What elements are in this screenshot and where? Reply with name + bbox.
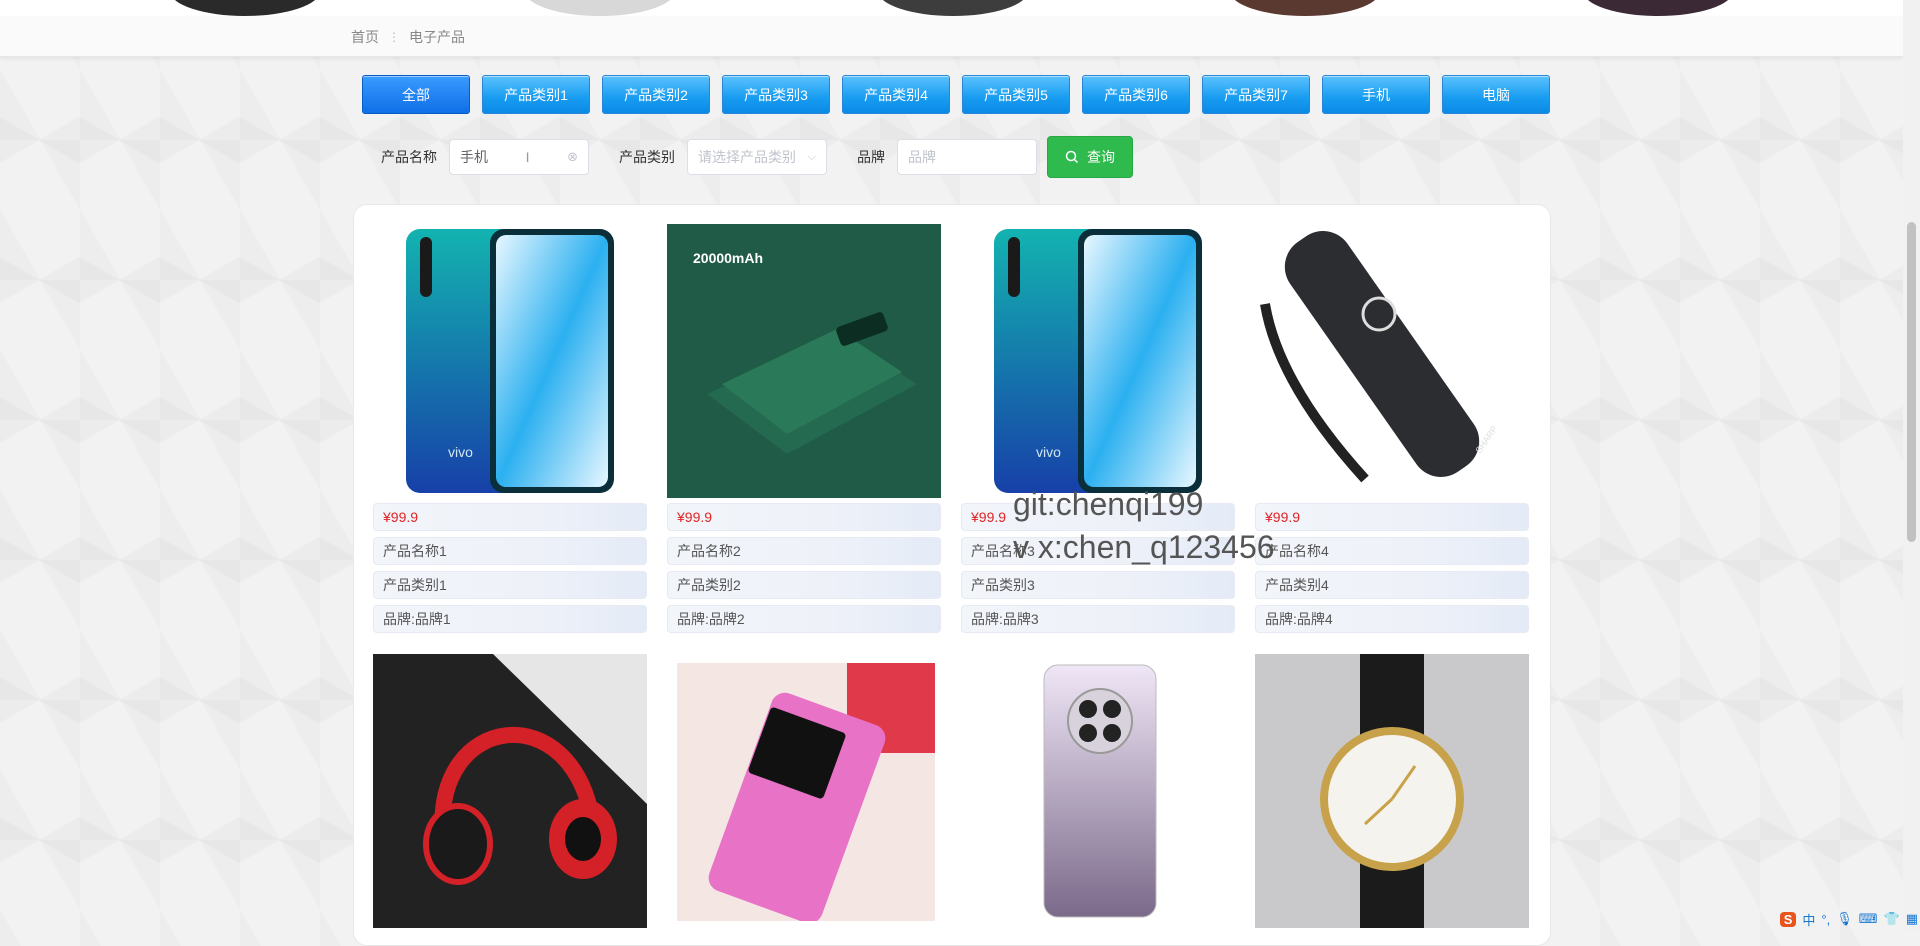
product-image-5[interactable] — [373, 654, 647, 928]
product-name-2: 产品名称2 — [667, 537, 941, 565]
product-category-1: 产品类别1 — [373, 571, 647, 599]
ime-toolbar[interactable]: S 中 °, 🎙 ⌨ 👕 ▦ — [1779, 906, 1918, 932]
product-category-4: 产品类别4 — [1255, 571, 1529, 599]
product-category-2: 产品类别2 — [667, 571, 941, 599]
product-panel: vivo ¥99.9 产品名称1 产品类别1 品牌:品牌1 20000mAh ¥… — [353, 204, 1551, 946]
text-cursor-icon: I — [525, 149, 530, 165]
product-image-2-text: 20000mAh — [693, 250, 763, 266]
product-category-label: 产品类别 — [619, 149, 675, 165]
watermark-line-2: v x:chen_q123456 — [1013, 529, 1275, 565]
product-image-6[interactable] — [677, 663, 935, 921]
breadcrumb-bar: 首页 ⋮ 电子产品 — [0, 16, 1903, 57]
query-button-label: 查询 — [1087, 149, 1115, 165]
product-image-2[interactable]: 20000mAh — [667, 224, 941, 498]
product-category-placeholder: 请选择产品类别 — [698, 149, 796, 165]
brand-input[interactable]: 品牌 — [897, 139, 1037, 175]
product-price-2: ¥99.9 — [667, 503, 941, 531]
product-image-1[interactable]: vivo — [402, 225, 618, 497]
scrollbar-thumb[interactable] — [1907, 222, 1916, 542]
product-image-1-text: vivo — [448, 444, 473, 460]
category-button-2[interactable]: 产品类别2 — [602, 75, 710, 114]
sogou-logo-icon: S — [1779, 911, 1797, 927]
breadcrumb-separator-icon: ⋮ — [388, 30, 400, 44]
product-brand-3: 品牌:品牌3 — [961, 605, 1235, 633]
product-brand-4: 品牌:品牌4 — [1255, 605, 1529, 633]
product-name-label: 产品名称 — [381, 149, 437, 165]
category-button-7[interactable]: 产品类别7 — [1202, 75, 1310, 114]
product-price-4: ¥99.9 — [1255, 503, 1529, 531]
top-image-4 — [1230, 0, 1380, 16]
grid-icon[interactable]: ▦ — [1906, 911, 1918, 927]
breadcrumb-home[interactable]: 首页 — [351, 27, 379, 47]
product-name-value: 手机 — [460, 149, 488, 165]
top-image-strip — [0, 0, 1903, 16]
category-buttons: 全部 产品类别1 产品类别2 产品类别3 产品类别4 产品类别5 产品类别6 产… — [362, 75, 1562, 114]
top-image-2 — [525, 0, 675, 16]
category-button-phone[interactable]: 手机 — [1322, 75, 1430, 114]
punctuation-icon[interactable]: °, — [1821, 912, 1830, 927]
category-button-3[interactable]: 产品类别3 — [722, 75, 830, 114]
product-brand-1: 品牌:品牌1 — [373, 605, 647, 633]
product-brand-2: 品牌:品牌2 — [667, 605, 941, 633]
category-button-computer[interactable]: 电脑 — [1442, 75, 1550, 114]
clear-icon[interactable]: ⊗ — [567, 149, 578, 165]
skin-icon[interactable]: 👕 — [1884, 911, 1900, 927]
brand-label: 品牌 — [857, 149, 885, 165]
breadcrumb: 首页 ⋮ 电子产品 — [351, 27, 465, 47]
breadcrumb-current: 电子产品 — [409, 29, 465, 45]
microphone-icon[interactable]: 🎙 — [1836, 911, 1853, 927]
product-image-4[interactable]: SHARP — [1255, 224, 1529, 498]
keyboard-icon[interactable]: ⌨ — [1859, 911, 1878, 927]
product-image-3-text: vivo — [1036, 444, 1061, 460]
product-category-select[interactable]: 请选择产品类别 ⌵ — [687, 139, 827, 175]
watermark-line-1: git:chenqi199 — [1013, 486, 1204, 522]
product-name-1: 产品名称1 — [373, 537, 647, 565]
product-image-3[interactable]: vivo — [990, 225, 1206, 497]
product-name-4: 产品名称4 — [1255, 537, 1529, 565]
product-image-7[interactable] — [1042, 663, 1158, 919]
query-button[interactable]: 查询 — [1047, 136, 1133, 178]
product-category-3: 产品类别3 — [961, 571, 1235, 599]
top-image-5 — [1583, 0, 1733, 16]
product-image-8[interactable] — [1255, 654, 1529, 928]
ime-language-label[interactable]: 中 — [1802, 910, 1815, 929]
category-button-all[interactable]: 全部 — [362, 75, 470, 114]
page-scrollbar[interactable] — [1903, 0, 1920, 932]
search-form: 产品名称 手机 I ⊗ 产品类别 请选择产品类别 ⌵ 品牌 品牌 查询 — [381, 136, 1133, 178]
search-icon — [1065, 150, 1079, 164]
category-button-6[interactable]: 产品类别6 — [1082, 75, 1190, 114]
product-name-input[interactable]: 手机 I ⊗ — [449, 139, 589, 175]
chevron-down-icon: ⌵ — [807, 150, 816, 163]
top-image-1 — [170, 0, 320, 16]
brand-placeholder: 品牌 — [908, 149, 936, 165]
category-button-5[interactable]: 产品类别5 — [962, 75, 1070, 114]
category-button-4[interactable]: 产品类别4 — [842, 75, 950, 114]
top-image-3 — [878, 0, 1028, 16]
product-price-1: ¥99.9 — [373, 503, 647, 531]
category-button-1[interactable]: 产品类别1 — [482, 75, 590, 114]
